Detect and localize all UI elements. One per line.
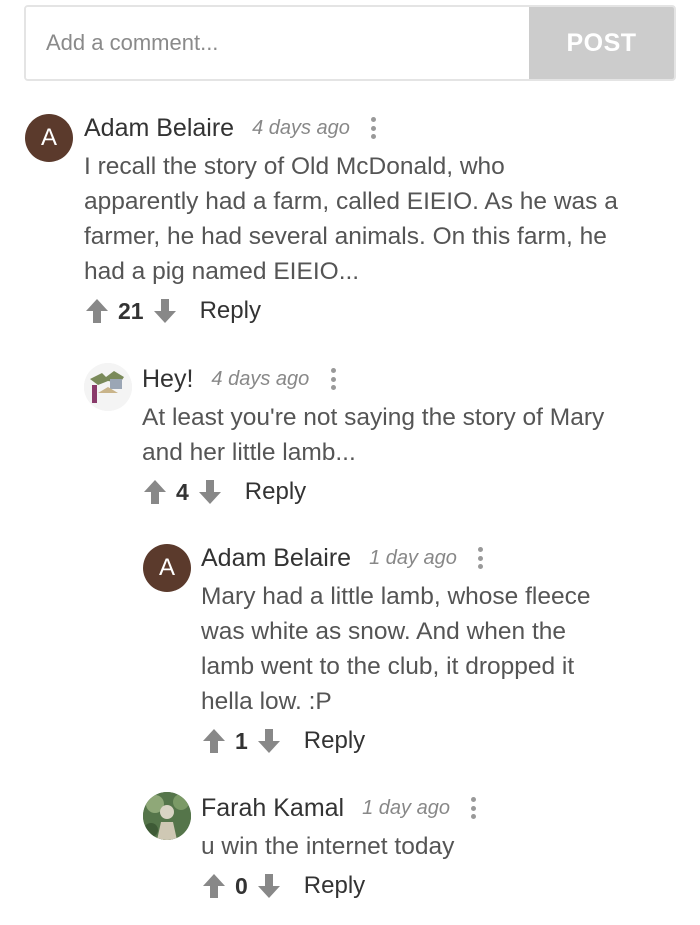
comment-timestamp: 4 days ago	[252, 116, 350, 139]
post-button[interactable]: POST	[529, 7, 674, 79]
comment-text: I recall the story of Old McDonald, who …	[84, 149, 684, 289]
arrow-down-icon[interactable]	[256, 871, 282, 901]
comment-timestamp: 1 day ago	[362, 796, 450, 819]
reply-button[interactable]: Reply	[245, 478, 306, 506]
avatar[interactable]	[143, 792, 191, 840]
arrow-up-icon[interactable]	[201, 726, 227, 756]
comment-input[interactable]	[26, 7, 529, 79]
more-vertical-icon[interactable]	[368, 117, 380, 139]
arrow-down-icon[interactable]	[197, 477, 223, 507]
comment-text: Mary had a little lamb, whose fleece was…	[201, 579, 681, 719]
comment-author[interactable]: Adam Belaire	[201, 544, 351, 573]
arrow-down-icon[interactable]	[152, 296, 178, 326]
comment-composer: POST	[24, 5, 676, 81]
comment-line: At least you're not saying the story of …	[142, 404, 605, 431]
more-vertical-icon[interactable]	[327, 368, 339, 390]
comment-line: was white as snow. And when the	[201, 618, 566, 645]
comment-author[interactable]: Hey!	[142, 365, 193, 394]
comment-line: apparently had a farm, called EIEIO. As …	[84, 188, 618, 215]
arrow-down-icon[interactable]	[256, 726, 282, 756]
comment-author[interactable]: Adam Belaire	[84, 114, 234, 143]
comment-line: farmer, he had several animals. On this …	[84, 223, 607, 250]
avatar[interactable]: A	[143, 544, 191, 592]
comment-timestamp: 4 days ago	[211, 367, 310, 390]
comment-line: had a pig named EIEIO...	[84, 258, 360, 285]
comment-text: u win the internet today	[201, 829, 681, 864]
arrow-up-icon[interactable]	[201, 871, 227, 901]
comment-timestamp: 1 day ago	[369, 546, 457, 569]
reply-button[interactable]: Reply	[304, 872, 365, 900]
vote-count: 21	[118, 297, 144, 324]
comment-author[interactable]: Farah Kamal	[201, 794, 344, 823]
comment-line: u win the internet today	[201, 833, 455, 860]
comment-line: hella low. :P	[201, 688, 332, 715]
comment-line: and her little lamb...	[142, 439, 356, 466]
vote-count: 4	[176, 478, 189, 505]
avatar[interactable]: A	[25, 114, 73, 162]
comment-line: lamb went to the club, it dropped it	[201, 653, 575, 680]
arrow-up-icon[interactable]	[84, 296, 110, 326]
reply-button[interactable]: Reply	[304, 727, 365, 755]
vote-count: 0	[235, 872, 248, 899]
comment-text: At least you're not saying the story of …	[142, 400, 682, 470]
more-vertical-icon[interactable]	[475, 547, 487, 569]
vote-count: 1	[235, 727, 248, 754]
reply-button[interactable]: Reply	[200, 297, 261, 325]
arrow-up-icon[interactable]	[142, 477, 168, 507]
avatar[interactable]	[84, 363, 132, 411]
more-vertical-icon[interactable]	[468, 797, 480, 819]
comment-line: I recall the story of Old McDonald, who	[84, 153, 505, 180]
comment-line: Mary had a little lamb, whose fleece	[201, 583, 591, 610]
